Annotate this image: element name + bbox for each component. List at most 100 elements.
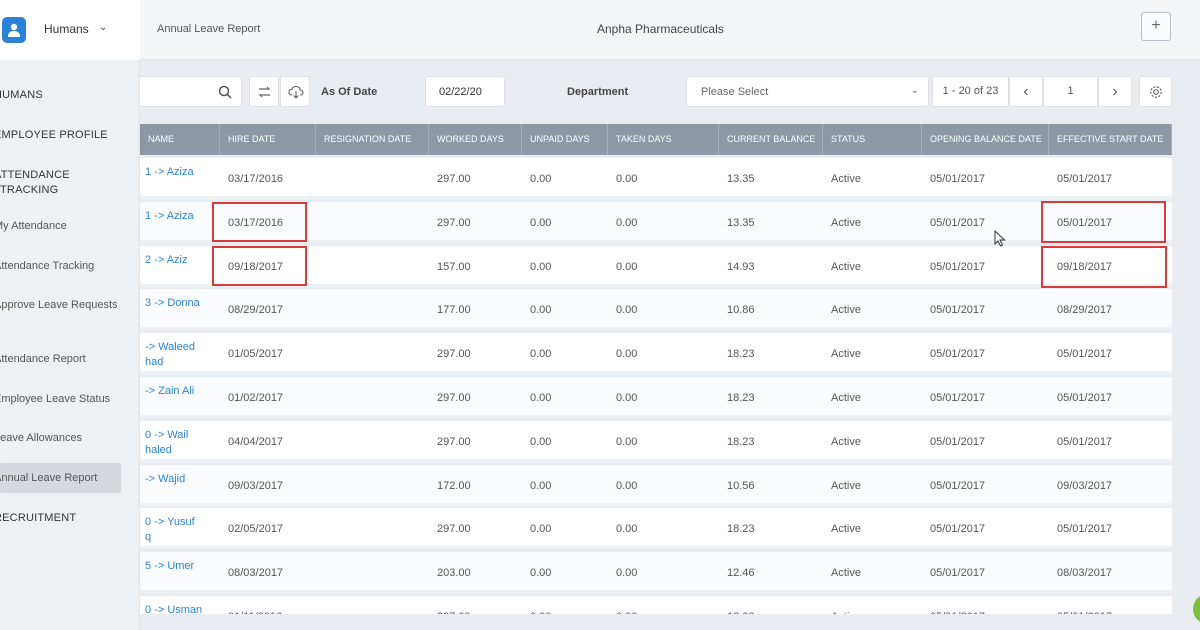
cell-effective: 08/03/2017 [1057,567,1113,580]
table-row[interactable]: 0 -> Wail haled 04/04/2017 297.00 0.00 0.00 1… [140,420,1172,462]
cell-opening: 05/01/2017 [930,173,986,185]
add-button[interactable]: + [1141,12,1171,41]
cell-worked: 297.00 [437,435,471,448]
cell-status: Active [831,348,861,361]
cell-effective: 05/01/2017 [1057,435,1113,448]
sidebar-item-recruitment[interactable]: RECRUITMENT [0,511,121,527]
column-header-taken-days[interactable]: TAKEN DAYS [608,124,719,155]
swap-button[interactable] [249,76,279,107]
sidebar-item-attendance-tracking[interactable]: ATTENDANCE TRACKING [0,168,121,200]
breadcrumb[interactable]: Annual Leave Report [157,23,260,35]
employee-name-link[interactable]: 2 -> Aziz [140,253,215,268]
cell-opening: 05/01/2017 [930,567,986,580]
next-page-button[interactable]: › [1098,76,1132,107]
table-row[interactable]: 5 -> Umer 08/03/2017 203.00 0.00 0.00 12.46 Ac… [140,552,1172,594]
cell-worked: 297.00 [437,392,471,404]
sidebar-item-employee-leave-status[interactable]: Employee Leave Status [0,392,121,408]
employee-name-link[interactable]: 1 -> Aziza [140,209,215,224]
cell-opening: 05/01/2017 [922,610,985,614]
table-row[interactable]: -> Zain Ali 01/02/2017 297.00 0.00 0.00 18.23… [140,377,1172,418]
employee-name-link[interactable]: 5 -> Umer [140,559,215,574]
cell-status: Active [831,260,861,273]
table-row[interactable]: 0 -> Usman 01/11/2016 297.00 0.00 0.00 18.23 A… [140,596,1172,614]
cell-worked: 203.00 [437,567,471,580]
company-name: Anpha Pharmaceuticals [597,22,724,36]
column-header-opening-balance-date[interactable]: OPENING BALANCE DATE [922,124,1049,155]
cell-unpaid: 0.00 [530,523,552,536]
column-header-name[interactable]: NAME [140,124,220,155]
cell-effective: 05/01/2017 [1057,173,1113,185]
department-select[interactable]: Please Select ⌄ [686,76,929,107]
table-row[interactable]: 3 -> Donna 08/29/2017 177.00 0.00 0.00 10.86 A… [140,289,1172,331]
employee-name-link[interactable]: 0 -> Usman [140,603,215,614]
cell-worked: 157.00 [437,260,471,273]
employee-name-link[interactable]: -> Zain Ali [140,384,215,399]
cell-hire: 03/17/2016 [228,173,284,185]
cell-hire: 01/11/2016 [220,610,282,614]
cell-hire: 01/02/2017 [228,392,284,404]
sidebar-item-leave-allowances[interactable]: Leave Allowances [0,431,121,447]
cell-hire: 02/05/2017 [228,523,284,536]
cell-balance: 18.23 [719,610,755,614]
sidebar-item-attendance-tracking[interactable]: Attendance Tracking [0,259,121,275]
sidebar-item-humans[interactable]: HUMANS [0,88,121,104]
settings-button[interactable] [1139,76,1172,107]
cell-status: Active [831,567,861,580]
cell-worked: 177.00 [437,304,471,317]
prev-page-button[interactable]: ‹ [1009,76,1043,107]
cell-status: Active [831,479,861,492]
humans-logo-icon [2,17,26,43]
sidebar-item-approve-leave-requests[interactable]: Approve Leave Requests [0,298,121,330]
highlight-box [1041,201,1166,243]
cell-unpaid: 0.00 [530,435,552,448]
table-row[interactable]: 0 -> Yusuf q 02/05/2017 297.00 0.00 0.00 18.2… [140,508,1172,550]
employee-name-link[interactable]: 3 -> Donna [140,296,215,311]
highlight-box [1041,246,1167,288]
column-header-worked-days[interactable]: WORKED DAYS [429,124,522,155]
cell-taken: 0.00 [616,260,638,273]
download-button[interactable] [280,76,310,107]
column-header-hire-date[interactable]: HIRE DATE [220,124,316,155]
cell-status: Active [831,392,861,404]
table-header: NAME HIRE DATE RESIGNATION DATE WORKED DAYS… [140,124,1172,155]
cell-balance: 10.86 [727,304,755,317]
cell-balance: 18.23 [727,435,755,448]
column-header-resignation-date[interactable]: RESIGNATION DATE [316,124,429,155]
cell-taken: 0.00 [616,304,638,317]
employee-name-link[interactable]: -> Wajid [140,472,215,487]
employee-name-link[interactable]: 1 -> Aziza [140,165,215,180]
cell-opening: 05/01/2017 [930,216,986,229]
page-number-input[interactable]: 1 [1043,76,1098,107]
cell-balance: 18.23 [727,348,755,361]
chevron-down-icon[interactable]: ⌄ [99,22,107,33]
table-row[interactable]: -> Waleed had 01/05/2017 297.00 0.00 0.00 18.… [140,333,1172,375]
column-header-status[interactable]: STATUS [823,124,922,155]
brand-bar[interactable]: Humans ⌄ [0,0,140,60]
employee-name-link[interactable]: -> Waleed had [140,340,215,370]
page-range: 1 - 20 of 23 [932,76,1009,107]
cell-taken: 0.00 [616,523,638,536]
cell-status: Active [831,216,861,229]
sidebar-item-my-attendance[interactable]: My Attendance [0,219,121,235]
cell-effective: 05/01/2017 [1049,610,1112,614]
chevron-down-icon: ⌄ [910,85,919,96]
employee-name-link[interactable]: 0 -> Yusuf q [140,515,215,545]
as-of-date-label: As Of Date [321,86,378,98]
column-header-unpaid-days[interactable]: UNPAID DAYS [522,124,608,155]
as-of-date-input[interactable] [425,76,505,107]
sidebar-item-attendance-report[interactable]: Attendance Report [0,352,121,368]
cell-opening: 05/01/2017 [930,392,986,404]
table-row[interactable]: 1 -> Aziza 03/17/2016 297.00 0.00 0.00 13.35 A… [140,158,1172,199]
column-header-current-balance[interactable]: CURRENT BALANCE [719,124,823,155]
search-input[interactable] [140,76,242,107]
help-chat-button[interactable] [1193,594,1200,624]
sidebar-item-annual-leave-report[interactable]: Annual Leave Report [0,463,121,493]
cell-worked: 297.00 [437,523,471,536]
search-icon[interactable] [218,85,232,99]
table-row[interactable]: -> Wajid 09/03/2017 172.00 0.00 0.00 10.56 Act… [140,464,1172,506]
sidebar-item-employee-profile[interactable]: EMPLOYEE PROFILE [0,128,121,144]
column-header-effective-start-date[interactable]: EFFECTIVE START DATE [1049,124,1172,155]
employee-name-link[interactable]: 0 -> Wail haled [140,428,215,458]
cell-unpaid: 0.00 [530,348,552,361]
cell-status: Active [831,523,861,536]
